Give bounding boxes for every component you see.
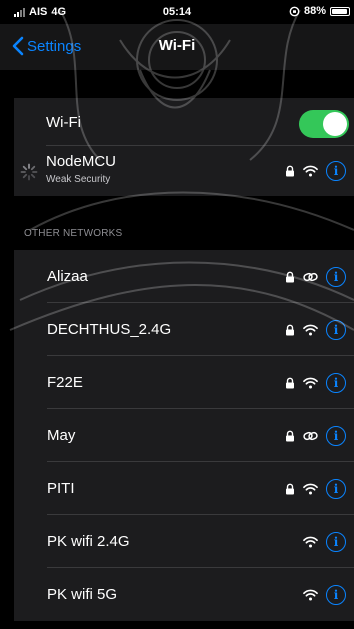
info-button[interactable]: i [326, 478, 346, 499]
network-name: DECHTHUS_2.4G [47, 321, 172, 338]
lock-icon [286, 483, 294, 494]
info-button[interactable]: i [326, 584, 346, 605]
network-name: F22E [47, 374, 83, 391]
row-icons: i [303, 515, 346, 568]
row-icons: i [285, 356, 346, 409]
lock-icon [286, 377, 294, 388]
info-button[interactable]: i [326, 161, 346, 181]
lock-icon [286, 165, 294, 177]
wifi-settings-screen: AIS 4G 05:14 88% Settings Wi-Fi Wi-Fi No… [0, 0, 354, 629]
info-button[interactable]: i [326, 425, 346, 446]
lock-icon [286, 324, 294, 335]
battery-icon [330, 6, 350, 16]
wifi-icon [303, 483, 318, 494]
info-button[interactable]: i [326, 266, 346, 287]
other-networks-header: OTHER NETWORKS [24, 228, 123, 239]
wifi-status-group: Wi-Fi NodeMCU Weak Security i [14, 98, 354, 196]
hotspot-link-icon [303, 431, 318, 440]
wifi-icon [303, 324, 318, 335]
lock-icon [286, 271, 294, 282]
network-row-1[interactable]: DECHTHUS_2.4G i [14, 303, 354, 356]
page-title: Wi-Fi [158, 37, 196, 54]
connected-network-row[interactable]: NodeMCU Weak Security i [14, 146, 354, 196]
wifi-toggle[interactable] [299, 110, 349, 138]
security-warning: Weak Security [46, 174, 111, 185]
connected-network-name: NodeMCU [46, 153, 117, 170]
network-row-6[interactable]: PK wifi 5G i [14, 568, 354, 621]
network-name: May [47, 427, 76, 444]
info-button[interactable]: i [326, 372, 346, 393]
network-row-0[interactable]: Alizaa i [14, 250, 354, 303]
row-icons: i [285, 462, 346, 515]
other-networks-list: Alizaa i DECHTHUS_2.4G i F22E i May i PI… [14, 250, 354, 621]
wifi-icon [303, 377, 318, 388]
wifi-label: Wi-Fi [46, 113, 81, 131]
network-name: PK wifi 2.4G [47, 533, 130, 550]
row-icons: i [285, 303, 346, 356]
info-button[interactable]: i [326, 319, 346, 340]
row-icons: i [285, 409, 346, 462]
battery-percent: 88% [303, 5, 326, 17]
loading-spinner-icon [20, 163, 38, 181]
network-row-3[interactable]: May i [14, 409, 354, 462]
hotspot-link-icon [303, 272, 318, 281]
network-row-4[interactable]: PITI i [14, 462, 354, 515]
wifi-toggle-row: Wi-Fi [14, 98, 354, 146]
lock-icon [286, 430, 294, 441]
row-icons: i [303, 568, 346, 621]
network-row-5[interactable]: PK wifi 2.4G i [14, 515, 354, 568]
row-icons: i [285, 250, 346, 303]
wifi-icon [303, 589, 318, 600]
status-bar: AIS 4G 05:14 88% [0, 0, 354, 24]
row-icons: i [285, 146, 346, 196]
network-name: PITI [47, 480, 75, 497]
network-row-2[interactable]: F22E i [14, 356, 354, 409]
nav-bar: Settings Wi-Fi [0, 24, 354, 70]
status-right: 88% [289, 5, 350, 17]
network-name: PK wifi 5G [47, 586, 118, 603]
orientation-lock-icon [289, 6, 300, 16]
wifi-icon [303, 536, 318, 547]
network-name: Alizaa [47, 268, 88, 285]
wifi-icon [303, 165, 318, 177]
info-button[interactable]: i [326, 531, 346, 552]
